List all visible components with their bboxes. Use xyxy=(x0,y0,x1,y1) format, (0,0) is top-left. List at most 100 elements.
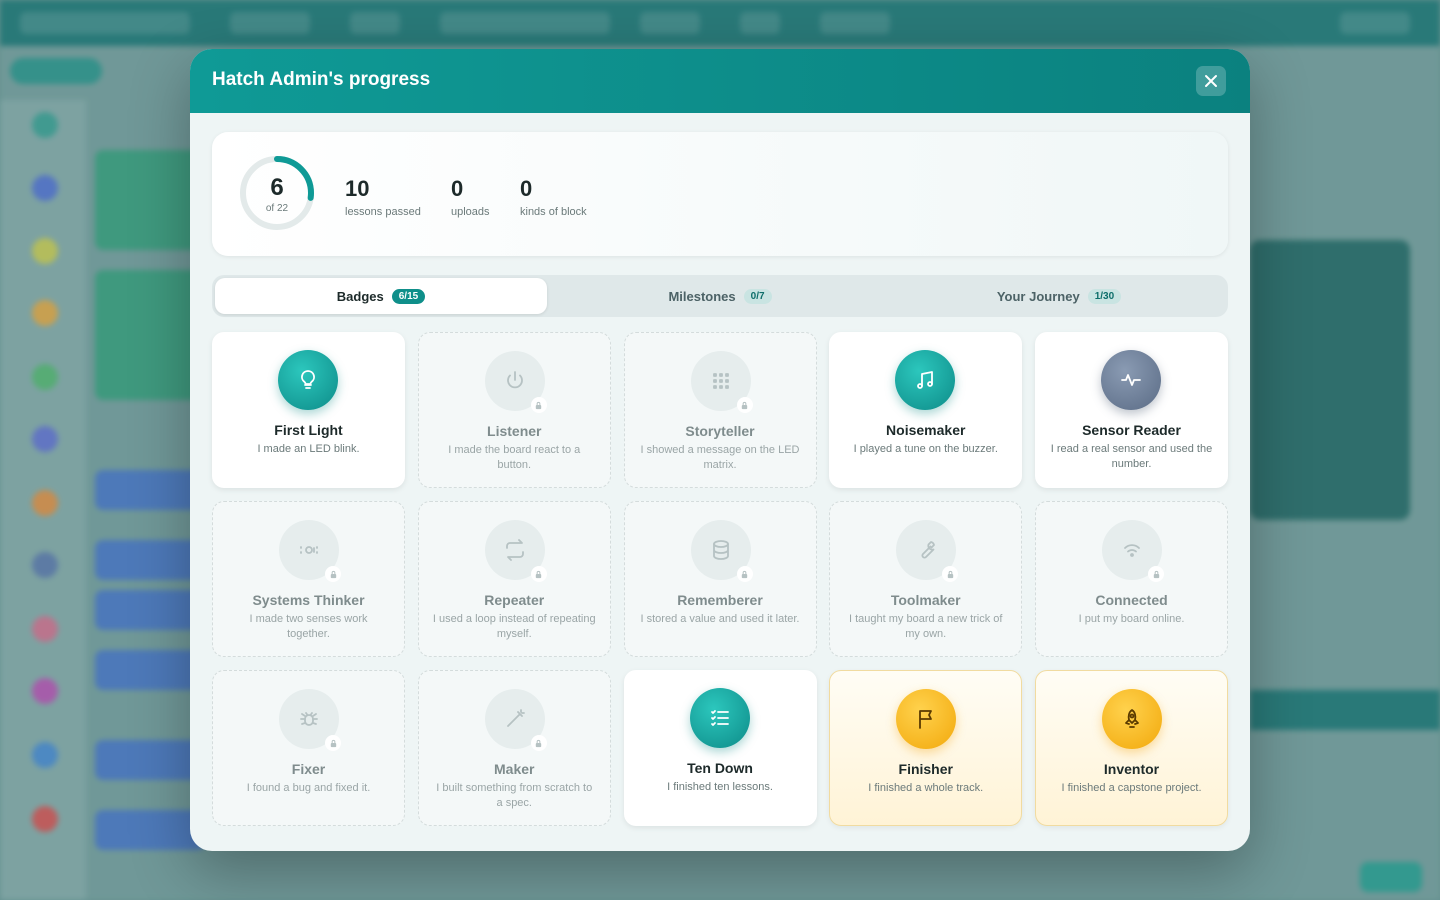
badge-medallion xyxy=(279,520,341,582)
pulse-icon xyxy=(1121,374,1141,386)
badge-description: I built something from scratch to a spec… xyxy=(436,782,593,809)
close-button[interactable] xyxy=(1196,66,1226,96)
badge-card[interactable]: Rememberer I stored a value and used it l… xyxy=(623,501,817,657)
tab-count: 6/15 xyxy=(391,288,426,304)
badge-card[interactable]: Ten Down I finished ten lessons. xyxy=(623,670,817,826)
badge-title: Toolmaker xyxy=(890,592,961,608)
badge-medallion xyxy=(690,520,753,582)
lock-icon xyxy=(530,735,547,751)
badge-card[interactable]: First Light I made an LED blink. xyxy=(212,332,405,488)
badge-medallion xyxy=(484,351,547,413)
repeat-icon xyxy=(505,539,524,561)
badge-description: I stored a value and used it later. xyxy=(640,613,800,625)
badge-description: I found a bug and fixed it. xyxy=(246,782,371,794)
badge-medallion xyxy=(278,350,338,410)
badge-title: Fixer xyxy=(291,761,326,777)
stat-lessons-passed: 10 lessons passed xyxy=(345,176,421,218)
lock-icon xyxy=(736,566,753,582)
badge-medallion xyxy=(895,350,956,410)
badge-description: I finished ten lessons. xyxy=(667,781,773,793)
badge-description: I used a loop instead of repeating mysel… xyxy=(432,613,596,640)
lock-icon xyxy=(1148,566,1164,582)
badge-title: Inventor xyxy=(1103,761,1160,777)
radar-icon xyxy=(300,546,318,554)
badge-description: I made two senses work together. xyxy=(249,613,368,640)
badge-title: Storyteller xyxy=(685,423,755,439)
wrench-icon xyxy=(921,541,936,559)
badge-description: I finished a capstone project. xyxy=(1061,782,1202,794)
badges-earned-count: 6 xyxy=(270,174,284,201)
wand-icon xyxy=(506,709,525,727)
stat-kinds-of-block: 0 kinds of block xyxy=(520,176,587,218)
badge-medallion xyxy=(1102,520,1164,582)
badge-medallion xyxy=(690,351,753,413)
badge-title: Maker xyxy=(494,761,535,777)
badge-medallion xyxy=(484,520,547,582)
badge-description: I put my board online. xyxy=(1078,613,1185,625)
badge-description: I finished a whole track. xyxy=(868,782,984,794)
badge-medallion xyxy=(689,688,750,748)
badge-card[interactable]: Storyteller I showed a message on the LED… xyxy=(623,332,817,488)
tab-badges[interactable]: Badges 6/15 xyxy=(215,278,547,314)
badge-medallion xyxy=(1101,350,1161,410)
progress-tabs: Badges 6/15 Milestones 0/7 Your Journey … xyxy=(212,275,1228,317)
badge-title: First Light xyxy=(274,422,343,438)
badge-card[interactable]: Repeater I used a loop instead of repeati… xyxy=(417,501,611,657)
badge-medallion xyxy=(896,689,957,749)
badges-total: of 22 xyxy=(265,203,289,214)
bug-icon xyxy=(300,712,318,726)
tab-count: 1/30 xyxy=(1087,288,1122,304)
badge-description: I taught my board a new trick of my own. xyxy=(849,613,1003,640)
badge-title: Sensor Reader xyxy=(1082,422,1181,438)
badge-card[interactable]: Noisemaker I played a tune on the buzzer. xyxy=(829,332,1023,488)
badge-card[interactable]: Fixer I found a bug and fixed it. xyxy=(212,670,405,826)
modal-header: Hatch Admin's progress xyxy=(190,49,1250,113)
badge-medallion xyxy=(1102,689,1162,749)
progress-modal: Hatch Admin's progress 6 of 22 10 lesson… xyxy=(190,49,1250,851)
lock-icon xyxy=(325,735,341,751)
badge-medallion xyxy=(279,689,341,751)
badge-card[interactable]: Sensor Reader I read a real sensor and us… xyxy=(1035,332,1228,488)
badge-description: I made the board react to a button. xyxy=(448,444,581,471)
badge-title: Listener xyxy=(487,423,542,439)
badge-card[interactable]: Connected I put my board online. xyxy=(1035,501,1228,657)
modal-title: Hatch Admin's progress xyxy=(212,69,431,90)
badge-title: Finisher xyxy=(898,761,953,777)
power-icon xyxy=(506,371,523,389)
badge-card[interactable]: Maker I built something from scratch to a… xyxy=(417,670,611,826)
music-note-icon xyxy=(917,371,934,389)
wifi-icon xyxy=(1124,544,1140,557)
flag-icon xyxy=(919,710,933,729)
lock-icon xyxy=(325,566,341,582)
grid-icon xyxy=(712,373,729,389)
badge-title: Noisemaker xyxy=(886,422,966,438)
badge-card[interactable]: Listener I made the board react to a butt… xyxy=(417,332,611,488)
lightbulb-icon xyxy=(301,370,315,389)
lock-icon xyxy=(942,566,959,582)
badge-description: I made an LED blink. xyxy=(257,443,360,455)
lock-icon xyxy=(530,566,547,582)
database-icon xyxy=(712,540,729,560)
badge-description: I read a real sensor and used the number… xyxy=(1050,443,1213,470)
badge-medallion xyxy=(896,520,959,582)
badge-title: Connected xyxy=(1095,592,1168,608)
badge-title: Repeater xyxy=(484,592,545,608)
badge-card[interactable]: Systems Thinker I made two senses work to… xyxy=(212,501,405,657)
badge-card[interactable]: Inventor I finished a capstone project. xyxy=(1035,670,1228,826)
badge-card[interactable]: Finisher I finished a whole track. xyxy=(829,670,1023,826)
lock-icon xyxy=(736,397,753,413)
badge-title: Rememberer xyxy=(677,592,763,608)
rocket-icon xyxy=(1125,709,1139,728)
badge-title: Systems Thinker xyxy=(252,592,365,608)
badge-medallion xyxy=(484,689,547,751)
tab-milestones[interactable]: Milestones 0/7 xyxy=(554,278,886,314)
lock-icon xyxy=(530,397,547,413)
badge-title: Ten Down xyxy=(687,760,753,776)
tab-your-journey[interactable]: Your Journey 1/30 xyxy=(893,278,1225,314)
badge-description: I showed a message on the LED matrix. xyxy=(640,444,800,471)
checklist-icon xyxy=(710,710,729,726)
stat-uploads: 0 uploads xyxy=(451,176,490,218)
close-icon xyxy=(1205,75,1217,87)
badge-card[interactable]: Toolmaker I taught my board a new trick o… xyxy=(829,501,1023,657)
progress-summary: 6 of 22 10 lessons passed 0 uploads 0 ki… xyxy=(212,132,1228,256)
